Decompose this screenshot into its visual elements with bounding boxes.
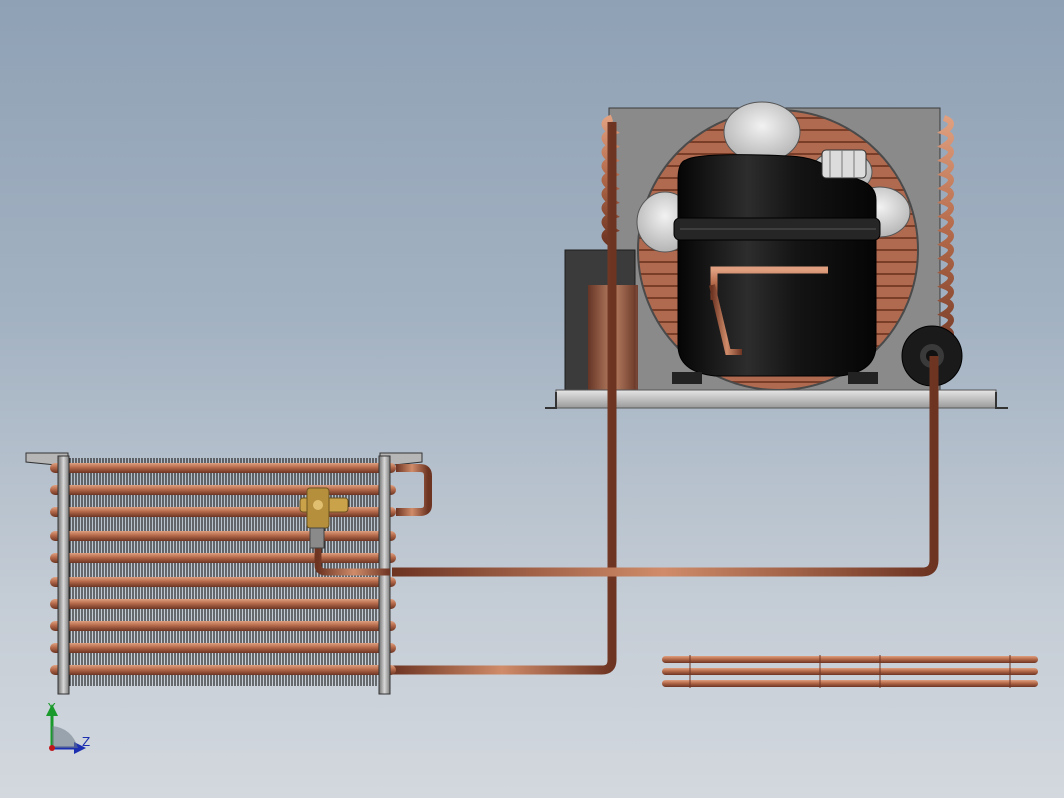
model-viewport[interactable]: Y Z (0, 0, 1064, 798)
evaporator-coil[interactable] (25, 452, 432, 695)
evaporator-tube (50, 531, 396, 541)
evaporator-tube (50, 463, 396, 473)
z-axis-label: Z (82, 735, 90, 749)
y-axis-label: Y (47, 701, 56, 715)
left-end-plate (57, 455, 70, 695)
axis-triad: Y Z (46, 701, 90, 754)
evaporator-tube (50, 577, 396, 587)
evaporator-tube (50, 485, 396, 495)
evaporator-tube (50, 665, 396, 675)
evaporator-tube (50, 643, 396, 653)
capillary-tubes (662, 655, 1038, 688)
evaporator-tube (50, 599, 396, 609)
origin-icon (49, 745, 55, 751)
evaporator-tube (50, 553, 396, 563)
evaporator-tube (50, 621, 396, 631)
